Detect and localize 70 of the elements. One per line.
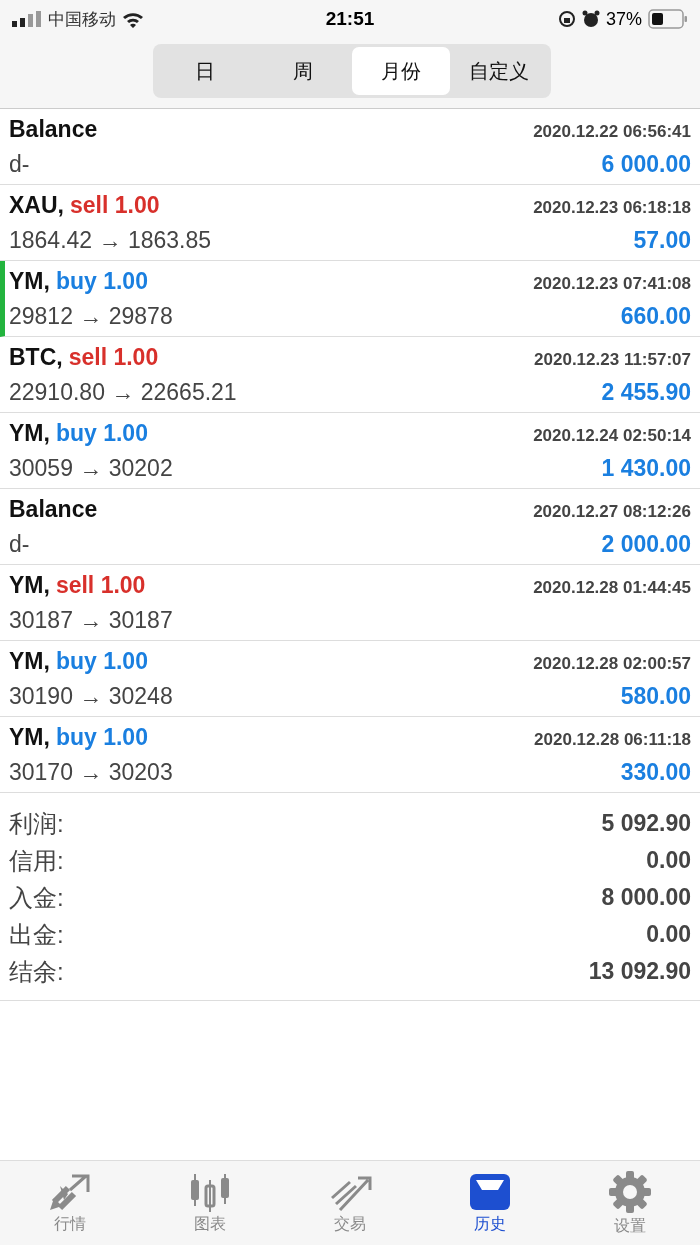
nav-tab[interactable]: 设置 [560, 1161, 700, 1245]
deal-time: 2020.12.28 01:44:45 [533, 577, 691, 598]
deal-detail: 1864.42 → 1863.85 [9, 226, 212, 254]
deal-detail: 30187 → 30187 [9, 606, 173, 634]
deal-detail: 30170 → 30203 [9, 758, 173, 786]
nav-tab[interactable]: 行情 [0, 1161, 140, 1245]
deal-profit: 2 000.00 [601, 530, 691, 558]
deal-profit: 580.00 [620, 682, 691, 710]
candlestick-icon [188, 1171, 232, 1212]
nav-tab[interactable]: 历史 [420, 1161, 560, 1245]
deal-time: 2020.12.22 06:56:41 [533, 121, 691, 142]
settings-icon [608, 1169, 652, 1214]
deal-volume: buy 1.00 [55, 419, 148, 447]
deal-time: 2020.12.28 06:11:18 [534, 729, 691, 750]
carrier-name: 中国移动 [48, 8, 116, 31]
deal-profit: 57.00 [633, 226, 691, 254]
deal-title: XAU, [9, 191, 64, 219]
wifi-icon [122, 10, 144, 28]
deal-title: YM, [9, 419, 50, 447]
battery-icon [648, 9, 688, 29]
deal-volume: buy 1.00 [55, 267, 148, 295]
deal-detail: 30190 → 30248 [9, 682, 173, 710]
period-tab[interactable]: 自定义 [450, 47, 548, 95]
summary-label: 信用: [9, 845, 64, 876]
rotation-lock-icon [557, 10, 576, 28]
deal-volume: sell 1.00 [68, 343, 159, 371]
inbox-icon [468, 1171, 512, 1212]
deal-time: 2020.12.27 08:12:26 [533, 501, 691, 522]
status-time: 21:51 [324, 8, 376, 30]
deal-title: YM, [9, 267, 50, 295]
deal-time: 2020.12.28 02:00:57 [533, 653, 691, 674]
summary-label: 入金: [9, 882, 64, 913]
deal-time: 2020.12.23 07:41:08 [533, 273, 691, 294]
deal-title: Balance [9, 115, 98, 143]
summary-value: 5 092.90 [601, 810, 691, 837]
deal-title: Balance [9, 495, 98, 523]
summary-label: 结余: [9, 956, 64, 987]
period-tab[interactable]: 日 [156, 47, 254, 95]
deal-detail: 30059 → 30202 [9, 454, 173, 482]
summary-label: 利润: [9, 808, 64, 839]
summary-label: 出金: [9, 919, 64, 950]
signal-icon [12, 11, 42, 27]
deal-volume: sell 1.00 [55, 571, 146, 599]
battery-percent: 37% [605, 8, 642, 30]
deal-profit: 660.00 [620, 302, 691, 330]
deal-volume: buy 1.00 [55, 647, 148, 675]
period-tab[interactable]: 周 [254, 47, 352, 95]
deal-detail: 22910.80 → 22665.21 [9, 378, 237, 406]
deal-profit: 1 430.00 [601, 454, 691, 482]
period-tab[interactable]: 月份 [352, 47, 450, 95]
deal-time: 2020.12.23 06:18:18 [533, 197, 691, 218]
deal-profit: 330.00 [620, 758, 691, 786]
deal-time: 2020.12.23 11:57:07 [534, 349, 691, 370]
deal-profit: 6 000.00 [601, 150, 691, 178]
deal-profit: 2 455.90 [601, 378, 691, 406]
deal-detail: 29812 → 29878 [9, 302, 173, 330]
nav-tab[interactable]: 图表 [140, 1161, 280, 1245]
deal-detail: d- [9, 530, 30, 558]
summary-value: 0.00 [646, 847, 691, 874]
deal-title: YM, [9, 723, 50, 751]
summary-value: 0.00 [646, 921, 691, 948]
deal-title: BTC, [9, 343, 63, 371]
deal-volume: buy 1.00 [55, 723, 148, 751]
deal-detail: d- [9, 150, 30, 178]
deal-title: YM, [9, 571, 50, 599]
deal-title: YM, [9, 647, 50, 675]
deal-time: 2020.12.24 02:50:14 [533, 425, 691, 446]
summary-value: 13 092.90 [588, 958, 691, 985]
summary-value: 8 000.00 [601, 884, 691, 911]
deal-volume: sell 1.00 [69, 191, 160, 219]
